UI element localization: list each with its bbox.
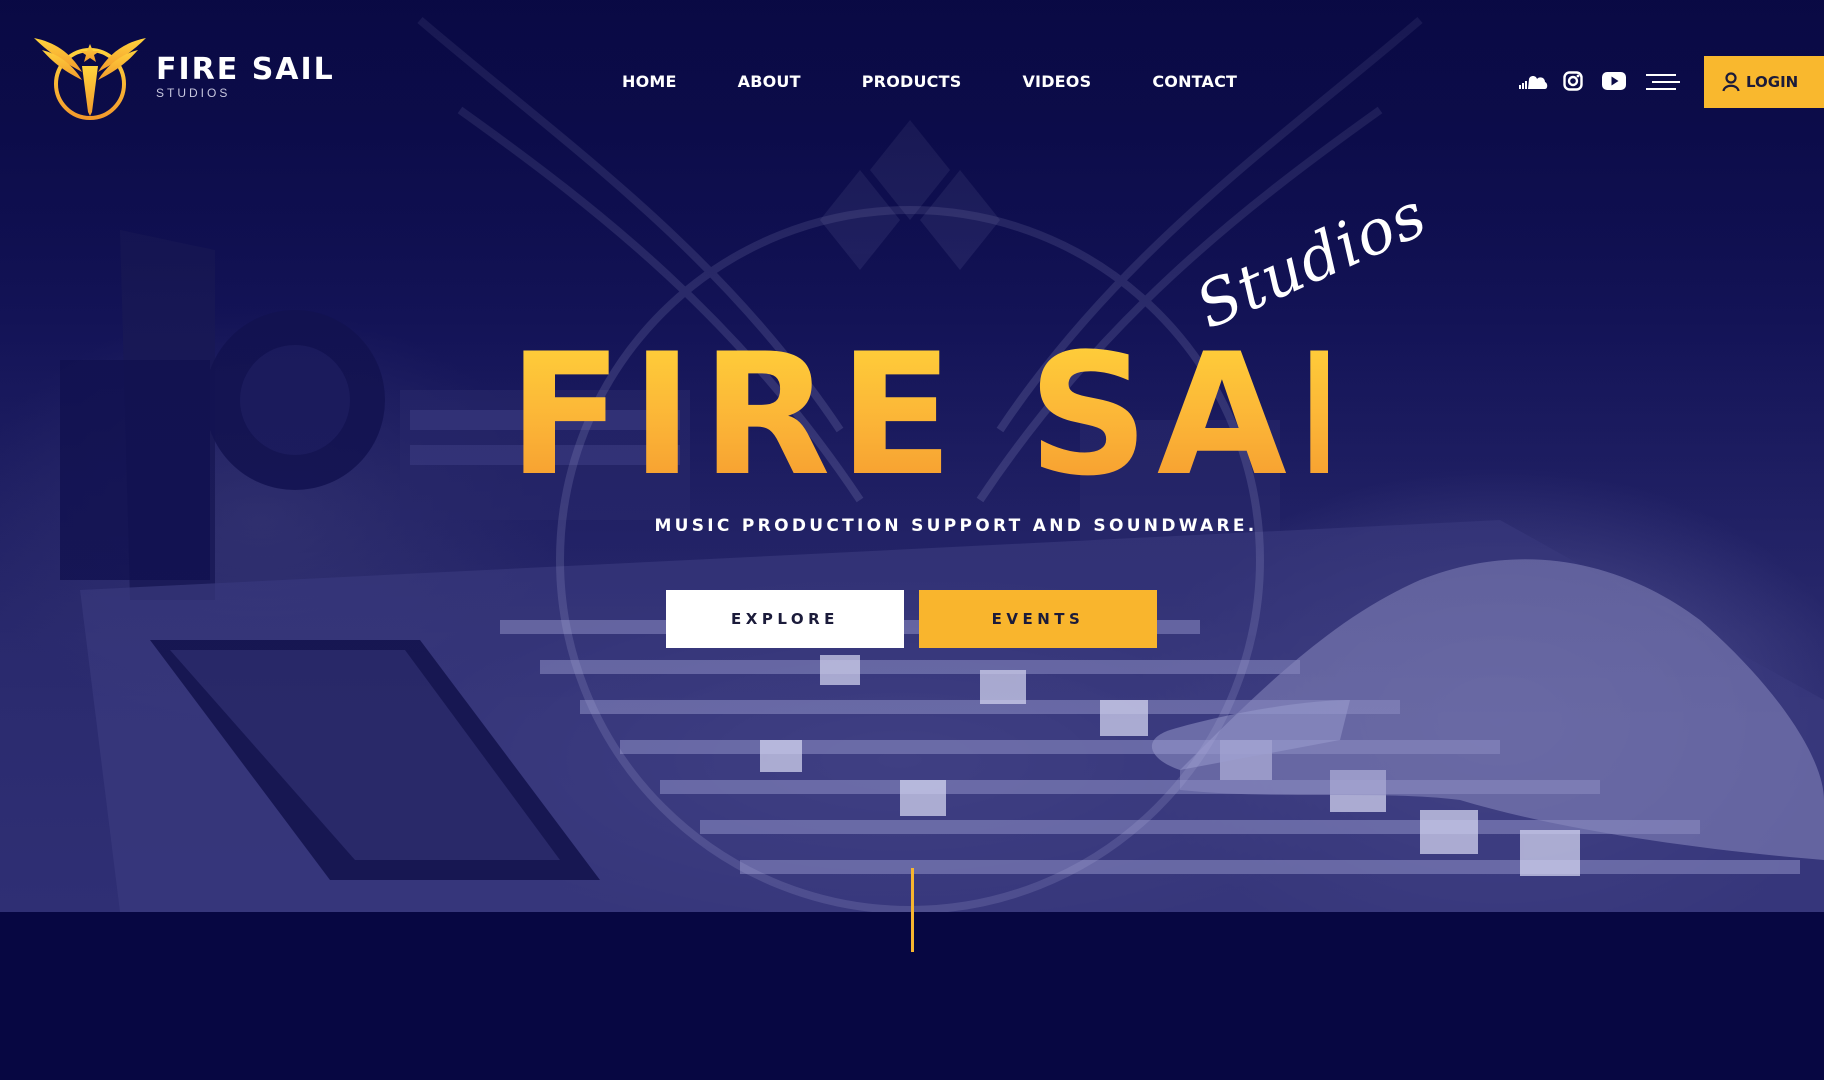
- main-nav: HOME ABOUT PRODUCTS VIDEOS CONTACT: [622, 72, 1298, 91]
- brand-name: FIRE SAIL: [156, 52, 335, 87]
- user-icon: [1722, 72, 1740, 92]
- explore-label: EXPLORE: [731, 610, 839, 628]
- nav-item-products[interactable]: PRODUCTS: [862, 72, 962, 91]
- nav-item-contact[interactable]: CONTACT: [1152, 72, 1237, 91]
- hero-subtitle-text: MUSIC PRODUCTION SUPPORT AND SOUNDWARE.: [654, 516, 1258, 536]
- hero-title: FIRE SAIL: [508, 317, 1481, 513]
- nav-item-videos[interactable]: VIDEOS: [1022, 72, 1091, 91]
- page: FIRE SAIL STUDIOS HOME ABOUT PRODUCTS VI…: [0, 0, 1824, 1080]
- events-button[interactable]: EVENTS: [919, 590, 1157, 648]
- instagram-icon[interactable]: [1563, 71, 1583, 91]
- nav-item-home[interactable]: HOME: [622, 72, 677, 91]
- login-label: LOGIN: [1746, 73, 1799, 91]
- soundcloud-icon[interactable]: [1518, 71, 1548, 91]
- menu-icon[interactable]: [1646, 74, 1680, 90]
- brand-text: FIRE SAIL STUDIOS: [156, 52, 335, 101]
- explore-button[interactable]: EXPLORE: [666, 590, 904, 648]
- events-label: EVENTS: [991, 610, 1085, 628]
- brand-logo[interactable]: FIRE SAIL STUDIOS: [32, 32, 335, 122]
- scroll-indicator[interactable]: [911, 868, 914, 952]
- hero-subtitle: MUSIC PRODUCTION SUPPORT AND SOUNDWARE.: [0, 516, 1824, 536]
- login-button[interactable]: LOGIN: [1704, 56, 1824, 108]
- wing-emblem-icon: [34, 38, 146, 120]
- youtube-icon[interactable]: [1602, 72, 1626, 90]
- nav-item-about[interactable]: ABOUT: [738, 72, 801, 91]
- brand-subtitle: STUDIOS: [156, 86, 231, 100]
